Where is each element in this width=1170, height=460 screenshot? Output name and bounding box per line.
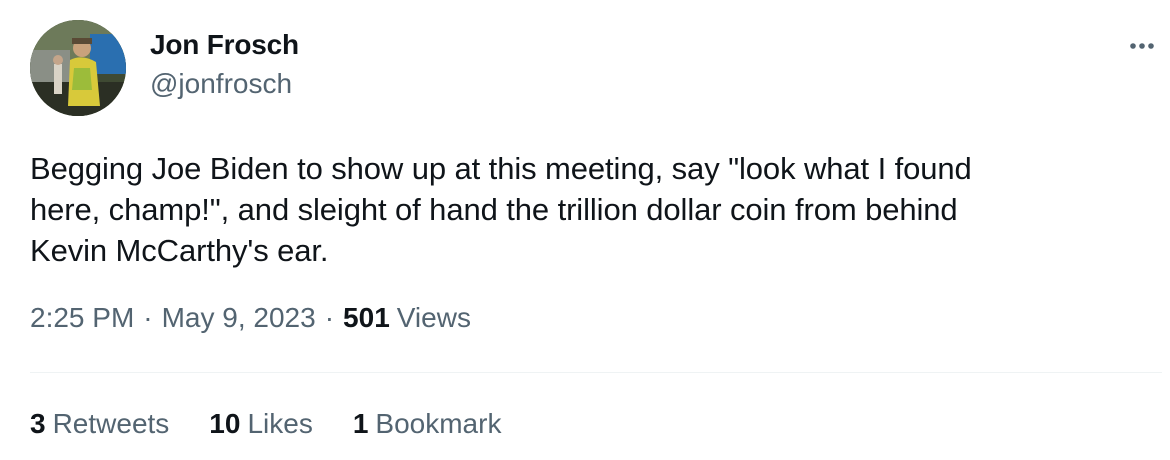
display-name[interactable]: Jon Frosch — [150, 29, 299, 61]
divider — [30, 372, 1162, 373]
tweet-time[interactable]: 2:25 PM — [30, 302, 134, 334]
avatar-photo — [30, 20, 126, 116]
retweets-stat[interactable]: 3 Retweets — [30, 408, 169, 440]
tweet-card: Jon Frosch @jonfrosch Begging Joe Biden … — [0, 0, 1170, 460]
bookmarks-label: Bookmark — [375, 408, 502, 439]
more-options-button[interactable] — [1124, 28, 1160, 64]
tweet-stats: 3 Retweets 10 Likes 1 Bookmark — [30, 408, 541, 440]
user-handle[interactable]: @jonfrosch — [150, 68, 292, 100]
tweet-text: Begging Joe Biden to show up at this mee… — [30, 151, 972, 268]
bookmarks-stat[interactable]: 1 Bookmark — [353, 408, 502, 440]
retweets-label: Retweets — [52, 408, 170, 439]
tweet-date[interactable]: May 9, 2023 — [162, 302, 316, 334]
meta-separator: · — [143, 302, 153, 333]
retweets-count: 3 — [30, 408, 46, 439]
likes-label: Likes — [247, 408, 313, 439]
avatar[interactable] — [30, 20, 126, 116]
views-count: 501 — [343, 302, 390, 333]
more-horizontal-icon — [1130, 43, 1154, 49]
likes-count: 10 — [209, 408, 241, 439]
views-label: Views — [396, 302, 471, 333]
tweet-meta: 2:25 PM · May 9, 2023 · 501 Views — [30, 302, 471, 334]
bookmarks-count: 1 — [352, 408, 369, 439]
meta-separator: · — [324, 302, 335, 333]
likes-stat[interactable]: 10 Likes — [209, 408, 313, 440]
